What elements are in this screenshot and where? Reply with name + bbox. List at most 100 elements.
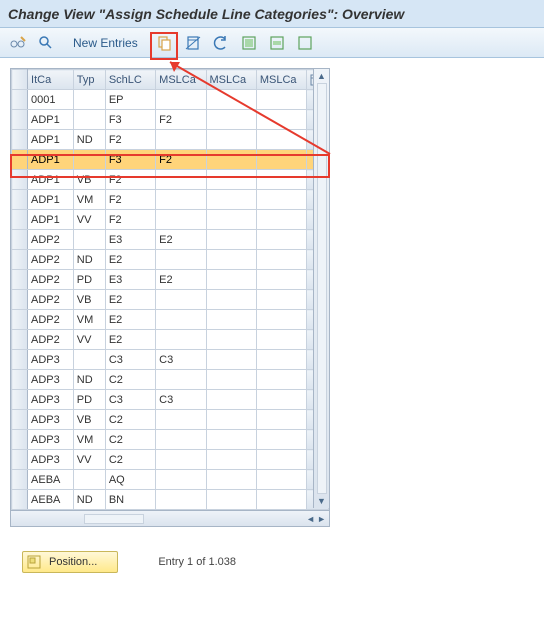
cell-m3[interactable]: [256, 430, 306, 450]
horizontal-scrollbar[interactable]: ◄ ►: [11, 510, 329, 526]
cell-m2[interactable]: [206, 150, 256, 170]
row-selector[interactable]: [12, 490, 28, 510]
cell-itca[interactable]: ADP1: [28, 190, 74, 210]
detail-button[interactable]: [34, 33, 58, 53]
row-selector[interactable]: [12, 370, 28, 390]
cell-m2[interactable]: [206, 110, 256, 130]
cell-m3[interactable]: [256, 230, 306, 250]
table-row[interactable]: AEBANDBN: [12, 490, 329, 510]
cell-itca[interactable]: ADP1: [28, 210, 74, 230]
cell-m1[interactable]: [156, 490, 206, 510]
cell-m2[interactable]: [206, 430, 256, 450]
row-selector[interactable]: [12, 270, 28, 290]
cell-schlc[interactable]: E2: [105, 330, 155, 350]
cell-typ[interactable]: VV: [73, 330, 105, 350]
cell-m2[interactable]: [206, 190, 256, 210]
scroll-up-icon[interactable]: ▲: [317, 71, 326, 81]
display-change-toggle-button[interactable]: [6, 33, 30, 53]
cell-m1[interactable]: [156, 210, 206, 230]
cell-schlc[interactable]: F3: [105, 150, 155, 170]
row-selector[interactable]: [12, 150, 28, 170]
cell-typ[interactable]: VM: [73, 190, 105, 210]
cell-schlc[interactable]: C3: [105, 390, 155, 410]
cell-typ[interactable]: ND: [73, 490, 105, 510]
cell-m1[interactable]: [156, 170, 206, 190]
cell-m2[interactable]: [206, 470, 256, 490]
cell-m1[interactable]: [156, 410, 206, 430]
cell-m2[interactable]: [206, 410, 256, 430]
cell-typ[interactable]: [73, 230, 105, 250]
cell-m3[interactable]: [256, 190, 306, 210]
cell-m3[interactable]: [256, 390, 306, 410]
row-selector[interactable]: [12, 470, 28, 490]
position-button[interactable]: Position...: [22, 551, 118, 573]
cell-m2[interactable]: [206, 490, 256, 510]
vertical-scrollbar[interactable]: ▲ ▼: [313, 69, 329, 508]
cell-itca[interactable]: ADP3: [28, 410, 74, 430]
col-header-mslca1[interactable]: MSLCa: [156, 70, 206, 90]
row-selector-header[interactable]: [12, 70, 28, 90]
cell-m3[interactable]: [256, 490, 306, 510]
cell-m1[interactable]: [156, 450, 206, 470]
cell-m3[interactable]: [256, 150, 306, 170]
row-selector[interactable]: [12, 110, 28, 130]
table-row[interactable]: ADP3C3C3: [12, 350, 329, 370]
cell-m3[interactable]: [256, 370, 306, 390]
cell-typ[interactable]: [73, 110, 105, 130]
row-selector[interactable]: [12, 250, 28, 270]
table-row[interactable]: ADP1NDF2: [12, 130, 329, 150]
cell-itca[interactable]: ADP1: [28, 110, 74, 130]
table-row[interactable]: ADP2VVE2: [12, 330, 329, 350]
table-row[interactable]: ADP1F3F2: [12, 150, 329, 170]
row-selector[interactable]: [12, 350, 28, 370]
cell-m3[interactable]: [256, 110, 306, 130]
row-selector[interactable]: [12, 210, 28, 230]
cell-m2[interactable]: [206, 390, 256, 410]
cell-itca[interactable]: ADP2: [28, 230, 74, 250]
cell-itca[interactable]: ADP2: [28, 290, 74, 310]
cell-m1[interactable]: [156, 330, 206, 350]
row-selector[interactable]: [12, 390, 28, 410]
cell-m2[interactable]: [206, 90, 256, 110]
cell-m2[interactable]: [206, 370, 256, 390]
cell-m1[interactable]: [156, 130, 206, 150]
cell-m1[interactable]: [156, 310, 206, 330]
cell-m1[interactable]: [156, 250, 206, 270]
table-row[interactable]: ADP2VBE2: [12, 290, 329, 310]
select-block-button[interactable]: [265, 33, 289, 53]
cell-m3[interactable]: [256, 470, 306, 490]
cell-schlc[interactable]: BN: [105, 490, 155, 510]
table-row[interactable]: 0001EP: [12, 90, 329, 110]
cell-m1[interactable]: [156, 90, 206, 110]
cell-typ[interactable]: PD: [73, 270, 105, 290]
row-selector[interactable]: [12, 310, 28, 330]
cell-m2[interactable]: [206, 170, 256, 190]
deselect-all-button[interactable]: [293, 33, 317, 53]
cell-m2[interactable]: [206, 210, 256, 230]
cell-m2[interactable]: [206, 250, 256, 270]
cell-typ[interactable]: ND: [73, 250, 105, 270]
cell-typ[interactable]: ND: [73, 370, 105, 390]
cell-itca[interactable]: AEBA: [28, 470, 74, 490]
cell-schlc[interactable]: F2: [105, 210, 155, 230]
cell-m1[interactable]: [156, 190, 206, 210]
cell-schlc[interactable]: F3: [105, 110, 155, 130]
table-row[interactable]: ADP3PDC3C3: [12, 390, 329, 410]
delete-button[interactable]: [181, 33, 205, 53]
cell-m3[interactable]: [256, 90, 306, 110]
select-all-button[interactable]: [237, 33, 261, 53]
table-row[interactable]: ADP3NDC2: [12, 370, 329, 390]
row-selector[interactable]: [12, 130, 28, 150]
cell-m3[interactable]: [256, 210, 306, 230]
cell-typ[interactable]: VB: [73, 170, 105, 190]
cell-itca[interactable]: ADP1: [28, 170, 74, 190]
table-row[interactable]: ADP2E3E2: [12, 230, 329, 250]
cell-itca[interactable]: ADP3: [28, 450, 74, 470]
row-selector[interactable]: [12, 290, 28, 310]
cell-typ[interactable]: PD: [73, 390, 105, 410]
cell-itca[interactable]: AEBA: [28, 490, 74, 510]
cell-m2[interactable]: [206, 310, 256, 330]
cell-itca[interactable]: ADP2: [28, 310, 74, 330]
col-header-mslca3[interactable]: MSLCa: [256, 70, 306, 90]
hscroll-track[interactable]: [84, 514, 144, 524]
